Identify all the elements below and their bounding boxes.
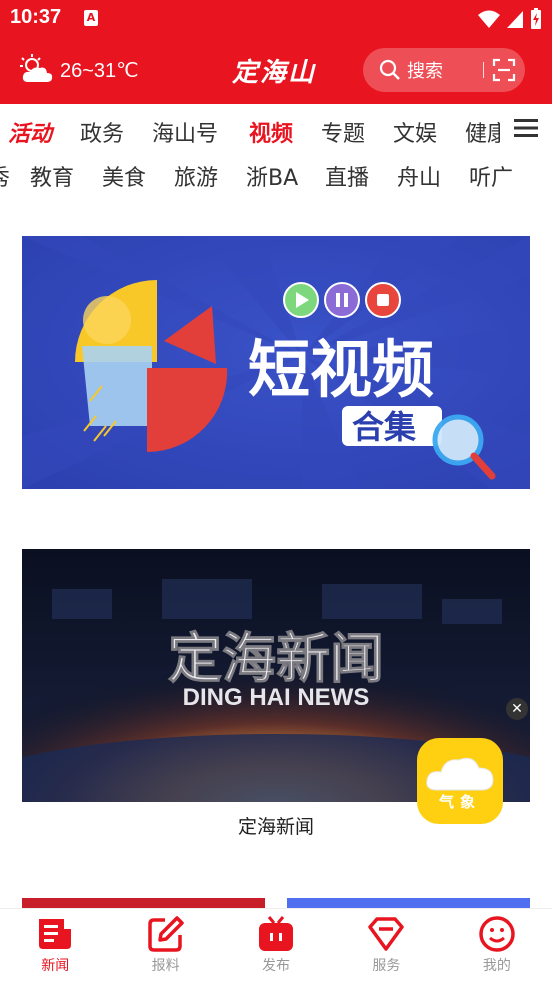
short-video-title: 短视频 xyxy=(248,333,434,406)
tab-special[interactable]: 专题 xyxy=(321,116,365,148)
close-icon[interactable]: ✕ xyxy=(506,698,528,720)
tab-radio[interactable]: 听广 xyxy=(469,160,513,192)
status-time: 10:37 xyxy=(10,6,62,28)
short-video-banner[interactable]: 短视频 合集 xyxy=(22,236,530,489)
profile-icon xyxy=(479,916,515,952)
channel-menu-button[interactable] xyxy=(500,104,552,152)
nav-publish-label: 发布 xyxy=(262,958,291,974)
notification-icon: A xyxy=(84,10,98,26)
channel-tabs-row2: 秀 教育 美食 旅游 浙BA 直播 舟山 听广 xyxy=(0,152,552,198)
nav-profile[interactable]: 我的 xyxy=(442,909,552,984)
tab-zheba[interactable]: 浙BA xyxy=(246,160,298,192)
next-card-left[interactable] xyxy=(22,898,265,908)
weather-widget-label: 气象 xyxy=(438,793,481,811)
cloud-sun-icon xyxy=(20,54,53,82)
app-header: 26~31℃ 定海山 搜索 xyxy=(0,38,552,104)
tab-video[interactable]: 视频 xyxy=(249,116,293,148)
battery-icon xyxy=(531,8,541,29)
nav-service[interactable]: 服务 xyxy=(331,909,441,984)
nav-news[interactable]: 新闻 xyxy=(0,909,110,984)
short-video-subtitle: 合集 xyxy=(352,408,416,446)
tab-zhoushan[interactable]: 舟山 xyxy=(397,160,441,192)
scan-icon[interactable] xyxy=(492,58,516,82)
status-icons xyxy=(478,8,542,30)
nav-news-label: 新闻 xyxy=(41,958,70,974)
menu-icon xyxy=(514,119,538,137)
nav-report[interactable]: 报料 xyxy=(110,909,220,984)
signal-icon xyxy=(507,11,523,28)
nav-publish[interactable]: 发布 xyxy=(221,909,331,984)
nav-profile-label: 我的 xyxy=(482,958,511,974)
tab-education[interactable]: 教育 xyxy=(30,160,74,192)
tab-travel[interactable]: 旅游 xyxy=(174,160,218,192)
tab-partial[interactable]: 秀 xyxy=(0,160,10,192)
tab-haishan[interactable]: 海山号 xyxy=(152,116,218,148)
weather-widget[interactable]: 气象 xyxy=(417,738,503,824)
temperature: 26~31℃ xyxy=(60,59,139,82)
nav-report-label: 报料 xyxy=(151,958,180,974)
tab-live[interactable]: 直播 xyxy=(325,160,369,192)
search-label: 搜索 xyxy=(407,61,443,82)
tab-entertainment[interactable]: 文娱 xyxy=(393,116,437,148)
nav-service-label: 服务 xyxy=(372,958,401,974)
tab-food[interactable]: 美食 xyxy=(102,160,146,192)
app-logo: 定海山 xyxy=(232,58,317,88)
search-divider xyxy=(483,62,484,78)
tab-activity[interactable]: 活动 xyxy=(8,116,52,148)
weather-info[interactable]: 26~31℃ xyxy=(18,54,139,86)
news-subtitle: DING HAI NEWS xyxy=(183,684,370,711)
news-icon xyxy=(39,919,72,949)
short-video-banner-art: 短视频 合集 xyxy=(22,236,530,489)
wifi-icon xyxy=(478,10,500,28)
bottom-nav: 新闻 报料 发布 服务 我的 xyxy=(0,908,552,984)
tv-icon xyxy=(259,916,294,951)
tab-government[interactable]: 政务 xyxy=(80,116,124,148)
search-icon xyxy=(379,59,400,80)
channel-tabs-row1: 活动 政务 海山号 视频 专题 文娱 健康 xyxy=(0,104,552,152)
news-title: 定海新闻 xyxy=(168,627,384,690)
next-card-right[interactable] xyxy=(287,898,530,908)
edit-icon xyxy=(147,916,184,952)
status-bar: 10:37 A xyxy=(0,0,552,38)
search-bar[interactable]: 搜索 xyxy=(363,48,525,92)
service-icon xyxy=(368,917,405,951)
